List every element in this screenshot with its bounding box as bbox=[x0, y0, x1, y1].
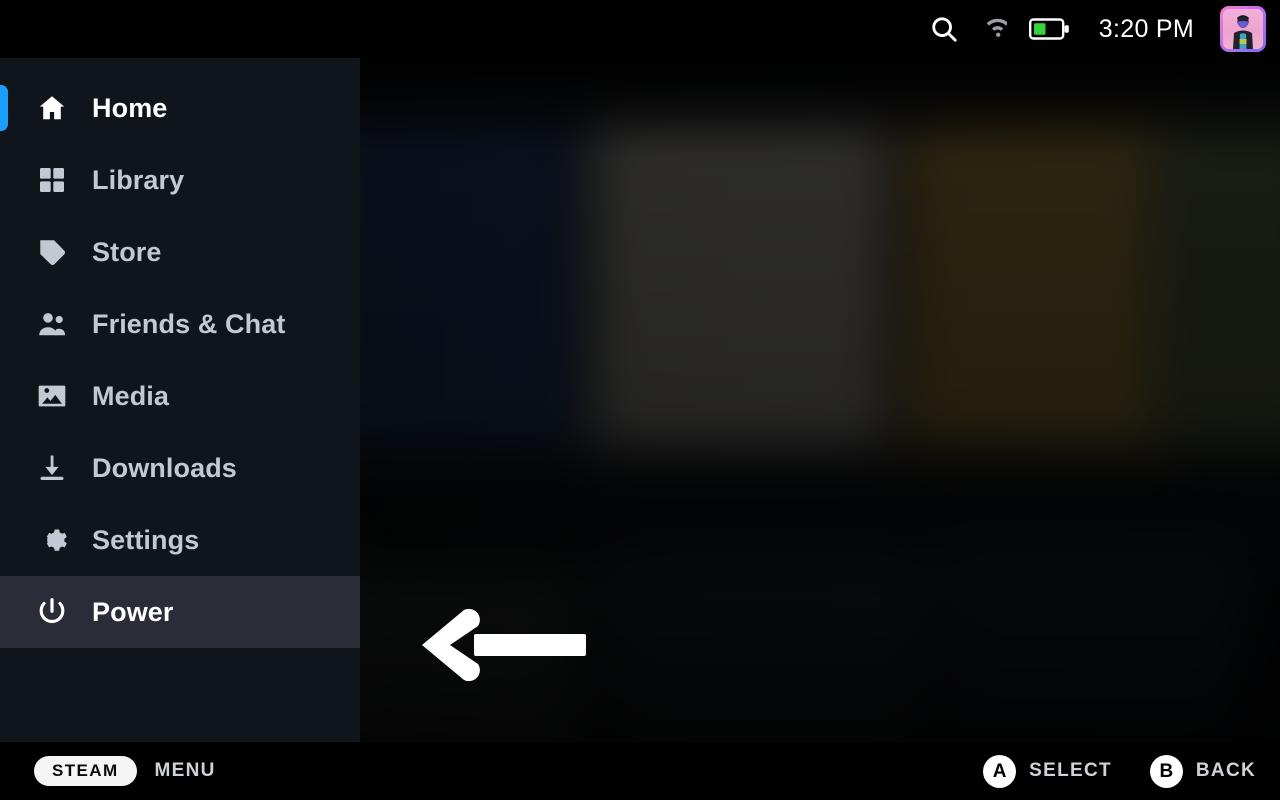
friends-icon bbox=[36, 308, 68, 340]
sidebar-item-label: Media bbox=[92, 380, 170, 411]
sidebar-item-label: Friends & Chat bbox=[92, 308, 286, 339]
sidebar-item-label: Power bbox=[92, 596, 174, 627]
active-indicator bbox=[0, 85, 8, 131]
home-icon bbox=[36, 92, 68, 124]
media-image-icon bbox=[36, 380, 68, 412]
battery-fill bbox=[1033, 23, 1046, 35]
bottom-bar-hints: A SELECT B BACK bbox=[983, 754, 1256, 788]
clock: 3:20 PM bbox=[1098, 14, 1194, 43]
button-glyph-b-icon: B bbox=[1149, 754, 1183, 788]
main-sidebar-menu: Home Library Store Friends & Chat Media Downl… bbox=[0, 58, 360, 742]
sidebar-item-label: Settings bbox=[92, 524, 200, 555]
avatar-image bbox=[1223, 9, 1263, 49]
left-arrow-annotation bbox=[412, 600, 592, 695]
sidebar-item-downloads[interactable]: Downloads bbox=[0, 432, 360, 504]
store-tag-icon bbox=[36, 236, 68, 268]
library-grid-icon bbox=[36, 164, 68, 196]
battery-icon[interactable] bbox=[1028, 16, 1071, 42]
menu-label: MENU bbox=[154, 760, 216, 781]
sidebar-item-home[interactable]: Home bbox=[0, 72, 360, 144]
button-glyph-a-icon: A bbox=[983, 754, 1017, 788]
sidebar-item-label: Library bbox=[92, 164, 185, 195]
settings-gear-icon bbox=[36, 524, 68, 556]
sidebar-item-library[interactable]: Library bbox=[0, 144, 360, 216]
sidebar-item-media[interactable]: Media bbox=[0, 360, 360, 432]
sidebar-item-label: Downloads bbox=[92, 452, 237, 483]
hint-select[interactable]: A SELECT bbox=[983, 754, 1112, 788]
steam-button[interactable]: STEAM bbox=[34, 756, 137, 786]
hint-label: SELECT bbox=[1029, 760, 1112, 781]
bottom-bar-left: STEAM MENU bbox=[34, 756, 216, 786]
wifi-signal-icon[interactable] bbox=[981, 16, 1007, 42]
sidebar-item-friends-chat[interactable]: Friends & Chat bbox=[0, 288, 360, 360]
sidebar-item-label: Home bbox=[92, 92, 168, 123]
hint-label: BACK bbox=[1195, 760, 1256, 781]
status-bar: 3:20 PM bbox=[0, 0, 1280, 58]
sidebar-item-store[interactable]: Store bbox=[0, 216, 360, 288]
hint-back[interactable]: B BACK bbox=[1149, 754, 1256, 788]
bottom-hint-bar: STEAM MENU A SELECT B BACK bbox=[0, 742, 1280, 800]
search-icon[interactable] bbox=[929, 14, 959, 44]
steam-deck-screen: 3:20 PM Home Library Store Friends & Cha… bbox=[0, 0, 1280, 800]
sidebar-item-power[interactable]: Power bbox=[0, 576, 360, 648]
power-icon bbox=[36, 596, 68, 628]
avatar[interactable] bbox=[1220, 6, 1266, 52]
sidebar-item-label: Store bbox=[92, 236, 162, 267]
sidebar-item-settings[interactable]: Settings bbox=[0, 504, 360, 576]
downloads-icon bbox=[36, 452, 68, 484]
